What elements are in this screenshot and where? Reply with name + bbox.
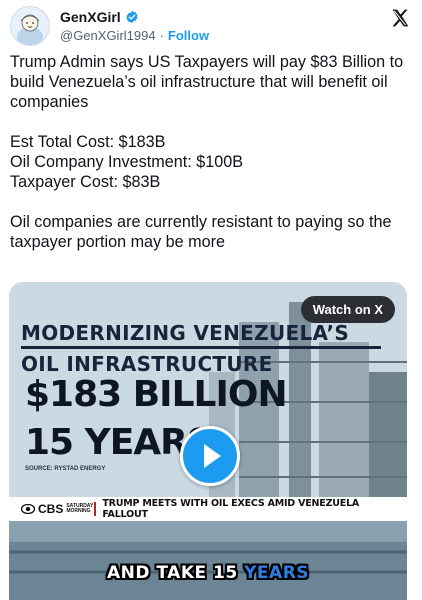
caption-text: AND TAKE 15 [106,563,245,583]
source-credit: SOURCE: RYSTAD ENERGY [25,466,106,472]
tweet-paragraph: Oil companies are currently resistant to… [10,213,392,251]
lower-third-divider [94,502,97,516]
play-button[interactable] [180,426,240,486]
news-lower-third: CBS SATURDAY MORNING TRUMP MEETS WITH OI… [9,497,407,521]
headline-underline [21,346,381,349]
x-logo-icon[interactable] [390,8,410,28]
video-caption: AND TAKE 15 YEARS [9,563,407,583]
play-icon [204,444,221,468]
taxpayer-cost-line: Taxpayer Cost: $83B [10,173,161,191]
total-cost-line: Est Total Cost: $183B [10,133,166,151]
network-name: CBS [38,502,64,516]
tweet-text: Trump Admin says US Taxpayers will pay $… [10,52,410,272]
avatar[interactable] [10,6,50,46]
oil-company-line: Oil Company Investment: $100B [10,153,244,171]
video-headline: MODERNIZING VENEZUELA’S OIL INFRASTRUCTU… [21,322,381,375]
headline-line-1: MODERNIZING VENEZUELA’S [21,321,350,345]
cost-breakdown: Est Total Cost: $183B Oil Company Invest… [10,132,410,192]
headline-line-2: OIL INFRASTRUCTURE [21,352,273,376]
tweet-paragraph: Trump Admin says US Taxpayers will pay $… [10,53,404,111]
lower-third-headline: TRUMP MEETS WITH OIL EXECS AMID VENEZUEL… [102,498,360,520]
video-player[interactable]: Watch on X MODERNIZING VENEZUELA’S OIL I… [9,282,407,600]
cost-amount: $183 BILLION [25,374,288,415]
follow-button[interactable]: Follow [168,28,209,43]
cartoon-avatar-icon [17,14,43,45]
cbs-eye-icon [21,504,35,514]
watch-on-x-button[interactable]: Watch on X [300,296,395,323]
display-name[interactable]: GenXGirl [60,9,121,25]
tweet-header: GenXGirl @GenXGirl1994 · Follow [10,6,412,46]
verified-badge-icon [126,10,138,24]
handle[interactable]: @GenXGirl1994 [60,28,156,43]
caption-highlight: YEARS [244,563,310,583]
separator-dot: · [159,28,164,43]
network-logo: CBS SATURDAY MORNING [21,502,94,516]
network-show: SATURDAY MORNING [66,503,94,514]
